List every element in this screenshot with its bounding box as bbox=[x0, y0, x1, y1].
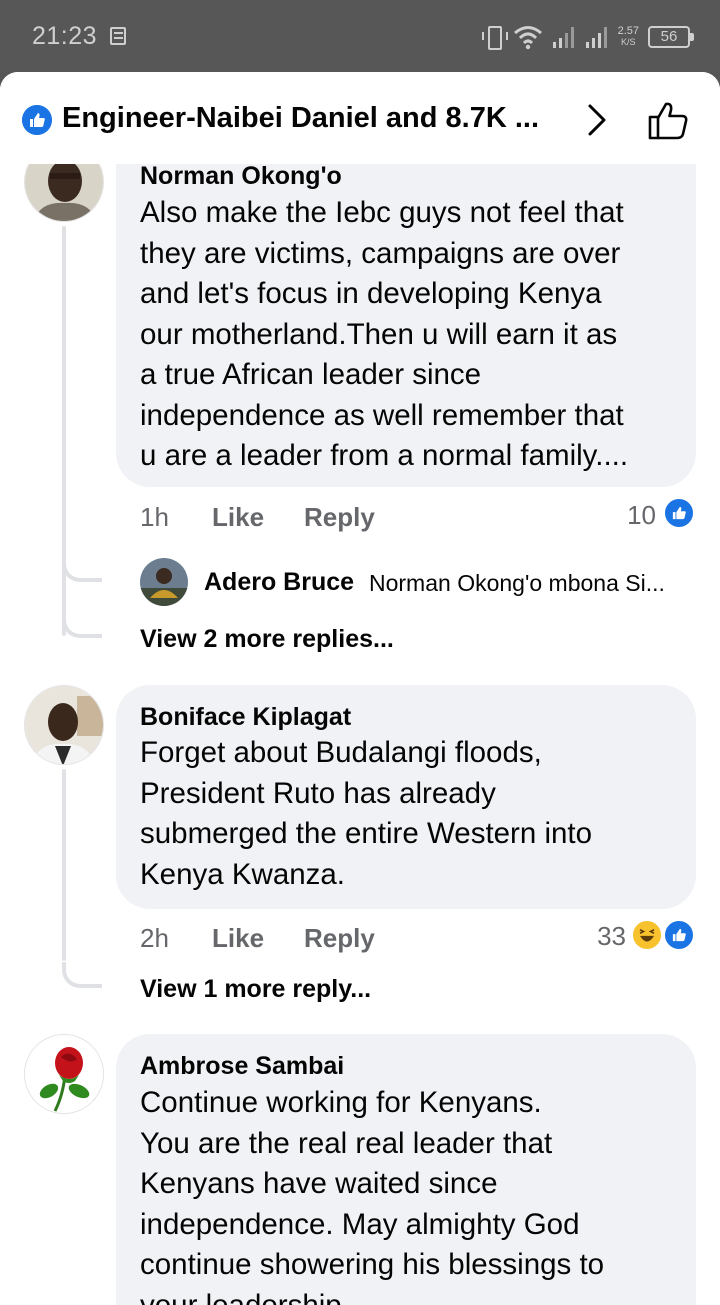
reaction-count[interactable]: 10 bbox=[600, 500, 656, 531]
comment-time: 2h bbox=[140, 923, 169, 953]
comment-line: Also make the Iebc guys not feel that bbox=[140, 196, 624, 229]
network-speed-unit: K/S bbox=[621, 37, 636, 47]
like-reaction-icon bbox=[663, 919, 695, 951]
comment-line: Continue working for Kenyans. bbox=[140, 1086, 542, 1119]
battery-icon: 56 bbox=[648, 26, 694, 48]
comments-sheet: Engineer-Naibei Daniel and 8.7K ... Norm… bbox=[0, 72, 720, 1305]
comment-text: Continue working for Kenyans. You are th… bbox=[140, 1083, 604, 1305]
comment-line: You are the real real leader that bbox=[140, 1126, 553, 1160]
comment-bubble[interactable]: Norman Okong'o Also make the Iebc guys n… bbox=[116, 120, 696, 487]
comment-text: Forget about Budalangi floods, President… bbox=[140, 733, 592, 895]
comment-bubble[interactable]: Ambrose Sambai Continue working for Keny… bbox=[116, 1034, 696, 1305]
reactions-summary-title[interactable]: Engineer-Naibei Daniel and 8.7K ... bbox=[62, 102, 539, 135]
status-icons: 2.57 K/S 56 bbox=[481, 20, 694, 54]
avatar-ambrose-sambai[interactable] bbox=[24, 1034, 104, 1114]
like-button[interactable]: Like bbox=[212, 923, 264, 954]
thread-connector bbox=[62, 556, 102, 582]
comment-line: our motherland.Then u will earn it as bbox=[140, 317, 618, 351]
like-reaction-icon bbox=[663, 497, 695, 529]
message-notification-icon bbox=[110, 27, 126, 45]
header-overlay: Engineer-Naibei Daniel and 8.7K ... bbox=[0, 72, 720, 164]
comment-line: Forget about Budalangi floods, bbox=[140, 736, 542, 769]
comment-line: President Ruto has already bbox=[140, 776, 496, 810]
comment-line: and let's focus in developing Kenya bbox=[140, 277, 602, 310]
avatar-adero-bruce[interactable] bbox=[140, 558, 188, 606]
thread-connector bbox=[62, 612, 102, 638]
avatar-image bbox=[140, 558, 188, 606]
comment-line: independence. May almighty God bbox=[140, 1207, 580, 1241]
chevron-right-icon[interactable] bbox=[582, 102, 612, 138]
network-speed-value: 2.57 bbox=[617, 25, 639, 37]
comment-line: submerged the entire Western into bbox=[140, 817, 593, 850]
avatar-image bbox=[25, 686, 103, 764]
reaction-count[interactable]: 33 bbox=[570, 921, 626, 952]
comment-line: independence as well remember that bbox=[140, 398, 624, 432]
comment-bubble[interactable]: Boniface Kiplagat Forget about Budalangi… bbox=[116, 685, 696, 909]
signal-icon-sim2 bbox=[585, 27, 607, 48]
signal-icon-sim1 bbox=[552, 27, 574, 48]
comment-line: Kenyans have waited since bbox=[140, 1167, 498, 1200]
comment-line: continue showering his blessings to bbox=[140, 1248, 605, 1281]
vibrate-icon bbox=[481, 24, 508, 50]
reply-button[interactable]: Reply bbox=[304, 502, 375, 533]
like-button[interactable]: Like bbox=[212, 502, 264, 533]
comment-author[interactable]: Boniface Kiplagat bbox=[140, 703, 351, 732]
avatar-boniface-kiplagat[interactable] bbox=[24, 685, 104, 765]
comment-line: u are a leader from a normal family.... bbox=[140, 439, 629, 472]
network-speed: 2.57 K/S bbox=[618, 26, 639, 48]
thread-connector bbox=[62, 962, 102, 988]
status-time: 21:23 bbox=[32, 22, 98, 50]
comment-author[interactable]: Norman Okong'o bbox=[140, 162, 342, 191]
status-bar: 21:23 2.57 K/S 56 bbox=[0, 0, 720, 72]
reply-author[interactable]: Adero Bruce bbox=[204, 568, 354, 597]
reply-button[interactable]: Reply bbox=[304, 923, 375, 954]
reply-preview-text[interactable]: Norman Okong'o mbona Si... bbox=[369, 570, 665, 597]
haha-reaction-icon bbox=[631, 919, 663, 951]
rose-avatar-image bbox=[25, 1035, 103, 1113]
like-thumb-icon[interactable] bbox=[646, 98, 690, 142]
comment-line: Kenya Kwanza. bbox=[140, 857, 345, 891]
wifi-icon bbox=[513, 26, 542, 50]
comment-author[interactable]: Ambrose Sambai bbox=[140, 1052, 344, 1081]
view-more-replies-link[interactable]: View 1 more reply... bbox=[140, 975, 371, 1004]
like-reaction-icon bbox=[22, 105, 52, 135]
thread-line bbox=[62, 769, 66, 961]
comment-time: 1h bbox=[140, 502, 169, 532]
comment-line: they are victims, campaigns are over bbox=[140, 236, 621, 270]
view-more-replies-link[interactable]: View 2 more replies... bbox=[140, 625, 394, 654]
comment-line: your leadership. bbox=[140, 1288, 350, 1305]
comment-line: a true African leader since bbox=[140, 358, 482, 391]
battery-level: 56 bbox=[660, 28, 678, 45]
comment-text: Also make the Iebc guys not feel that th… bbox=[140, 193, 628, 477]
